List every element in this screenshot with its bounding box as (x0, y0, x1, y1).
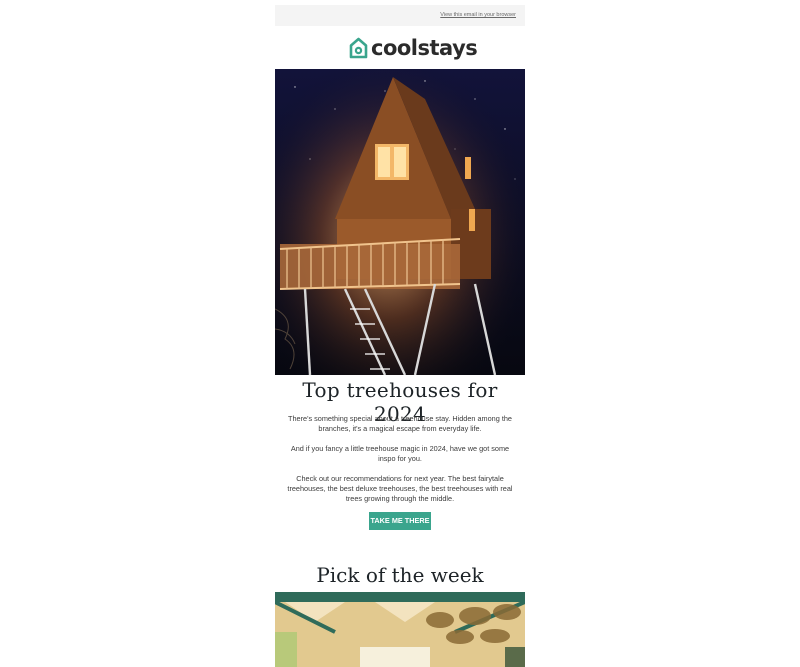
article-paragraph-3: Check out our recommendations for next y… (287, 474, 513, 503)
hero-image[interactable] (275, 69, 525, 375)
article-paragraph-1: There's something special about a treeho… (288, 414, 512, 433)
preheader-bar: View this email in your browser (275, 5, 525, 26)
article-paragraph-2: And if you fancy a little treehouse magi… (290, 444, 510, 463)
house-icon (349, 37, 368, 59)
pick-of-week-image[interactable] (275, 592, 525, 667)
brand-wordmark: coolstays (371, 36, 478, 60)
treehouse-illustration (275, 69, 525, 375)
take-me-there-button[interactable]: TAKE ME THERE (369, 512, 431, 530)
brand-logo[interactable]: coolstays (349, 35, 478, 61)
pick-of-week-title: Pick of the week (316, 563, 484, 587)
view-in-browser-link[interactable]: View this email in your browser (440, 12, 516, 18)
interior-illustration (275, 592, 525, 667)
